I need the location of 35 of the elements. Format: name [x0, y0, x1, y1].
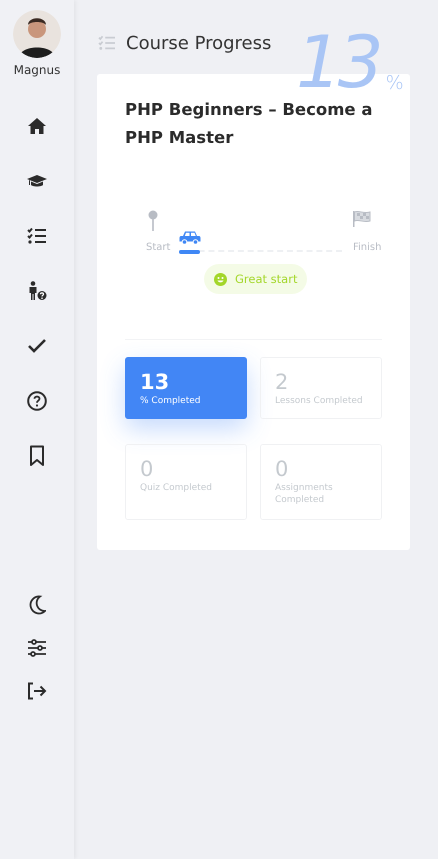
- person-question-icon: [27, 281, 47, 301]
- graduation-cap-icon: [27, 173, 47, 189]
- smiley-icon: [214, 272, 227, 286]
- progress-watermark: 13: [296, 30, 380, 94]
- car-icon: [179, 230, 201, 245]
- sliders-link[interactable]: [25, 637, 49, 659]
- sliders-icon: [27, 639, 47, 657]
- stat-label: Assignments Completed: [275, 482, 334, 506]
- bookmark-icon: [29, 445, 45, 467]
- stat-label: Quiz Completed: [140, 482, 213, 494]
- start-label: Start: [146, 242, 170, 253]
- course-title: PHP Beginners – Become a PHP Master: [125, 99, 374, 149]
- stat-value: 0: [275, 457, 290, 481]
- moon-icon: [28, 595, 46, 615]
- user-name: Magnus: [14, 63, 60, 77]
- stat-value: 2: [275, 370, 290, 394]
- stat-value: 13: [140, 370, 170, 394]
- percent-watermark: %: [386, 72, 404, 94]
- question-circle-link[interactable]: [25, 390, 49, 412]
- page-title: Course Progress: [126, 32, 272, 54]
- checklist-icon: [27, 227, 47, 245]
- finish-label: Finish: [353, 242, 382, 253]
- stat-label: Lessons Completed: [275, 395, 364, 407]
- logout-link[interactable]: [25, 680, 49, 702]
- home-icon: [27, 117, 47, 135]
- stat-label: % Completed: [140, 395, 202, 407]
- question-circle-icon: [27, 391, 47, 411]
- pin-icon: [148, 210, 158, 232]
- checkered-flag-icon: [352, 210, 371, 228]
- logout-icon: [27, 682, 47, 700]
- checklist-icon: [97, 35, 117, 51]
- user-avatar[interactable]: [13, 10, 61, 58]
- checkmark-icon: [27, 338, 47, 354]
- stat-value: 0: [140, 457, 154, 481]
- progress-badge: Great start: [204, 264, 308, 294]
